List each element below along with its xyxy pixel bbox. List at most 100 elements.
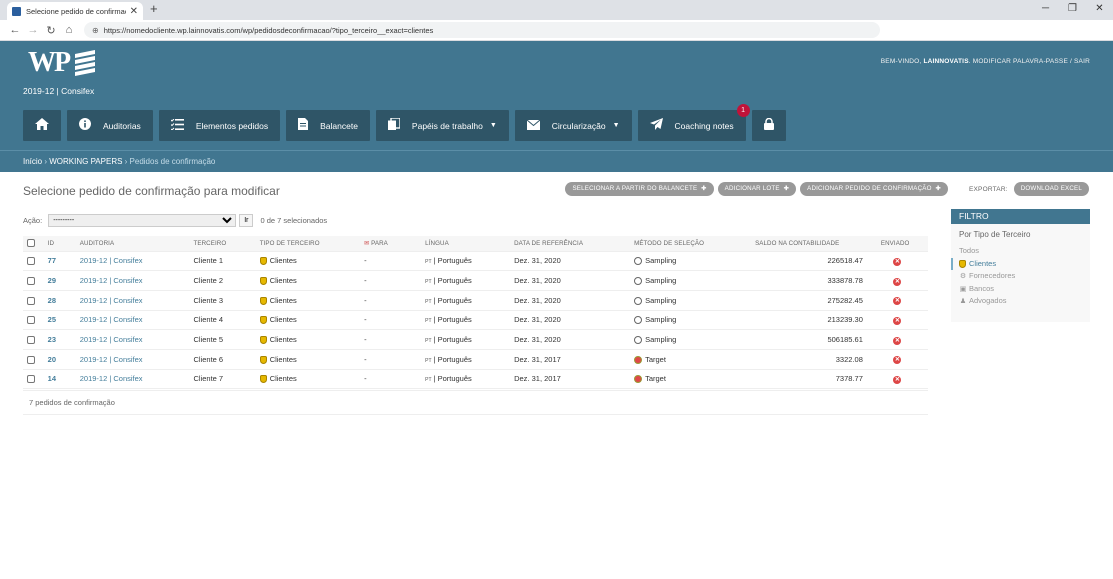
col-id[interactable]: ID xyxy=(43,236,76,252)
tipo-cell: Clientes xyxy=(255,369,361,390)
restore-icon[interactable]: ❐ xyxy=(1059,0,1086,20)
id-link[interactable]: 23 xyxy=(48,335,56,344)
action-select[interactable]: --------- xyxy=(48,214,237,227)
row-select-cell[interactable] xyxy=(23,251,44,272)
row-checkbox[interactable] xyxy=(27,316,35,325)
id-link[interactable]: 20 xyxy=(48,355,56,364)
add-lote-button[interactable]: ADICIONAR LOTE ✚ xyxy=(717,182,797,196)
col-enviado[interactable]: ENVIADO xyxy=(866,236,928,252)
id-link[interactable]: 28 xyxy=(48,296,56,305)
id-link[interactable]: 77 xyxy=(48,256,56,265)
nav-lock[interactable] xyxy=(751,110,786,141)
url-field[interactable]: ⊕ https://nomedocliente.wp.lainnovatis.c… xyxy=(84,22,880,38)
row-select-cell[interactable] xyxy=(23,290,44,311)
select-from-balancete-button[interactable]: SELECIONAR A PARTIR DO BALANCETE ✚ xyxy=(565,182,714,196)
row-checkbox[interactable] xyxy=(27,336,35,345)
table-row[interactable]: 20 2019-12 | Consifex Cliente 6 Clientes - PT… xyxy=(23,349,928,370)
new-tab-plus-icon[interactable]: + xyxy=(150,1,158,16)
go-button[interactable]: Ir xyxy=(239,214,254,227)
id-link[interactable]: 25 xyxy=(48,315,56,324)
table-row[interactable]: 14 2019-12 | Consifex Cliente 7 Clientes - PT… xyxy=(23,369,928,390)
window-close-icon[interactable]: ✕ xyxy=(1086,0,1113,20)
col-auditoria[interactable]: AUDITORIA xyxy=(75,236,190,252)
auditoria-link[interactable]: 2019-12 | Consifex xyxy=(80,296,143,305)
id-link[interactable]: 29 xyxy=(48,276,56,285)
auditoria-cell: 2019-12 | Consifex xyxy=(75,270,190,291)
terceiro-cell: Cliente 1 xyxy=(189,251,256,272)
add-pedido-button[interactable]: ADICIONAR PEDIDO DE CONFIRMAÇÃO ✚ xyxy=(800,182,948,196)
lingua-cell: PT | Português xyxy=(421,270,511,291)
row-checkbox[interactable] xyxy=(27,277,35,286)
not-sent-x-icon: ✕ xyxy=(893,277,902,286)
nav-coaching-notes[interactable]: Coaching notes 1 xyxy=(637,104,750,141)
id-link[interactable]: 14 xyxy=(48,374,56,383)
user-links[interactable]: . MODIFICAR PALAVRA-PASSE / SAIR xyxy=(969,58,1090,65)
auditoria-link[interactable]: 2019-12 | Consifex xyxy=(80,355,143,364)
tipo-text: Clientes xyxy=(269,315,297,325)
filter-option[interactable]: ♟ Advogados xyxy=(959,295,1090,308)
row-checkbox[interactable] xyxy=(27,355,35,364)
nav-papeis-trabalho[interactable]: Papéis de trabalho ▼ xyxy=(375,110,509,141)
envelope-icon xyxy=(526,118,541,133)
app-header: WP BEM-VINDO, LAINNOVATIS. MODIFICAR PAL… xyxy=(0,41,1113,172)
col-para[interactable]: ✉ PARA xyxy=(360,236,422,252)
auditoria-link[interactable]: 2019-12 | Consifex xyxy=(80,276,143,285)
table-row[interactable]: 23 2019-12 | Consifex Cliente 5 Clientes - PT… xyxy=(23,329,928,350)
nav-balancete[interactable]: Balancete xyxy=(286,110,370,141)
auditoria-link[interactable]: 2019-12 | Consifex xyxy=(80,335,143,344)
breadcrumb-section[interactable]: WORKING PAPERS xyxy=(49,157,122,166)
lingua-cell: PT | Português xyxy=(421,329,511,350)
id-cell: 20 xyxy=(43,349,76,370)
enviado-cell: ✕ xyxy=(866,349,928,370)
tipo-text: Clientes xyxy=(269,335,297,345)
row-checkbox[interactable] xyxy=(27,257,35,266)
table-row[interactable]: 25 2019-12 | Consifex Cliente 4 Clientes - PT… xyxy=(23,310,928,331)
filter-option[interactable]: ▣ Bancos xyxy=(959,283,1090,296)
select-all-header[interactable] xyxy=(23,236,44,252)
row-select-cell[interactable] xyxy=(23,270,44,291)
row-select-cell[interactable] xyxy=(23,310,44,331)
lingua-cell: PT | Português xyxy=(421,290,511,311)
col-saldo[interactable]: SALDO NA CONTABILIDADE xyxy=(751,236,867,252)
row-select-cell[interactable] xyxy=(23,369,44,390)
data-cell: Dez. 31, 2020 xyxy=(510,251,631,272)
auditoria-link[interactable]: 2019-12 | Consifex xyxy=(80,315,143,324)
filter-option[interactable]: Todos xyxy=(959,245,1090,258)
document-icon xyxy=(298,118,309,133)
col-metodo[interactable]: MÉTODO DE SELEÇÃO xyxy=(630,236,752,252)
selection-count: 0 de 7 selecionados xyxy=(260,216,328,225)
row-checkbox[interactable] xyxy=(27,375,35,384)
col-lingua[interactable]: LÍNGUA xyxy=(421,236,511,252)
auditoria-link[interactable]: 2019-12 | Consifex xyxy=(80,256,143,265)
table-row[interactable]: 29 2019-12 | Consifex Cliente 2 Clientes - PT… xyxy=(23,270,928,291)
minimize-icon[interactable]: ─ xyxy=(1032,0,1059,20)
reload-icon[interactable]: ↻ xyxy=(42,24,60,37)
site-info-icon[interactable]: ⊕ xyxy=(92,26,99,35)
download-excel-button[interactable]: DOWNLOAD EXCEL xyxy=(1013,182,1089,196)
col-terceiro[interactable]: TERCEIRO xyxy=(189,236,256,252)
breadcrumb-home[interactable]: Início xyxy=(23,157,42,166)
forward-arrow-icon[interactable]: → xyxy=(24,24,42,36)
row-select-cell[interactable] xyxy=(23,349,44,370)
select-all-checkbox[interactable] xyxy=(27,239,35,248)
nav-elementos-pedidos[interactable]: Elementos pedidos xyxy=(158,110,281,141)
row-checkbox[interactable] xyxy=(27,296,35,305)
not-sent-x-icon: ✕ xyxy=(893,336,902,345)
site-logo[interactable]: WP xyxy=(28,47,97,79)
nav-circularizacao[interactable]: Circularização ▼ xyxy=(514,110,632,141)
filter-option[interactable]: Clientes xyxy=(951,257,1090,271)
tab-close-icon[interactable]: ✕ xyxy=(130,6,138,17)
table-row[interactable]: 77 2019-12 | Consifex Cliente 1 Clientes - PT… xyxy=(23,251,928,272)
col-tipo[interactable]: TIPO DE TERCEIRO xyxy=(255,236,361,252)
home-browser-icon[interactable]: ⌂ xyxy=(60,24,78,36)
col-data[interactable]: DATA DE REFERÊNCIA xyxy=(510,236,631,252)
auditoria-link[interactable]: 2019-12 | Consifex xyxy=(80,374,143,383)
row-select-cell[interactable] xyxy=(23,329,44,350)
nav-auditorias[interactable]: Auditorias xyxy=(67,110,153,141)
filter-option[interactable]: ⚙ Fornecedores xyxy=(959,270,1090,283)
caret-down-icon: ▼ xyxy=(612,122,620,129)
table-row[interactable]: 28 2019-12 | Consifex Cliente 3 Clientes - PT… xyxy=(23,290,928,311)
back-arrow-icon[interactable]: ← xyxy=(6,24,24,36)
browser-tab[interactable]: Selecione pedido de confirmação ✕ xyxy=(7,2,143,20)
nav-home[interactable] xyxy=(23,110,61,141)
